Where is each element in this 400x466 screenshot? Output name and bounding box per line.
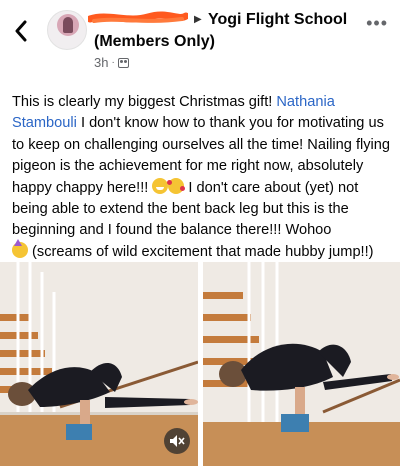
smiling-face-with-hearts-icon xyxy=(167,177,186,194)
mute-button[interactable] xyxy=(164,428,190,454)
back-arrow-icon xyxy=(15,20,27,42)
separator: · xyxy=(111,57,115,68)
back-button[interactable] xyxy=(10,18,32,44)
photo-right[interactable] xyxy=(203,262,400,466)
partying-face-icon xyxy=(12,238,28,258)
post-text-1: This is clearly my biggest Christmas gif… xyxy=(12,94,277,110)
speaker-muted-icon xyxy=(170,435,185,447)
redacted-author-name xyxy=(88,11,188,23)
author-avatar[interactable] xyxy=(47,10,87,50)
more-options-button[interactable]: ••• xyxy=(366,14,388,32)
timestamp[interactable]: 3h xyxy=(94,55,108,70)
post-text-4: (screams of wild excitement that made hu… xyxy=(28,243,374,260)
arrow-icon: ▶ xyxy=(194,14,202,25)
post-meta: 3h · xyxy=(94,55,129,70)
group-name-continued[interactable]: (Members Only) xyxy=(94,33,215,51)
yoga-flying-pigeon-photo-2 xyxy=(203,262,400,466)
group-name[interactable]: Yogi Flight School xyxy=(208,11,347,29)
grinning-face-icon xyxy=(152,177,169,194)
post-body: This is clearly my biggest Christmas gif… xyxy=(12,92,394,263)
post-header: ▶ Yogi Flight School (Members Only) 3h ·… xyxy=(0,0,400,82)
group-icon xyxy=(117,57,129,68)
